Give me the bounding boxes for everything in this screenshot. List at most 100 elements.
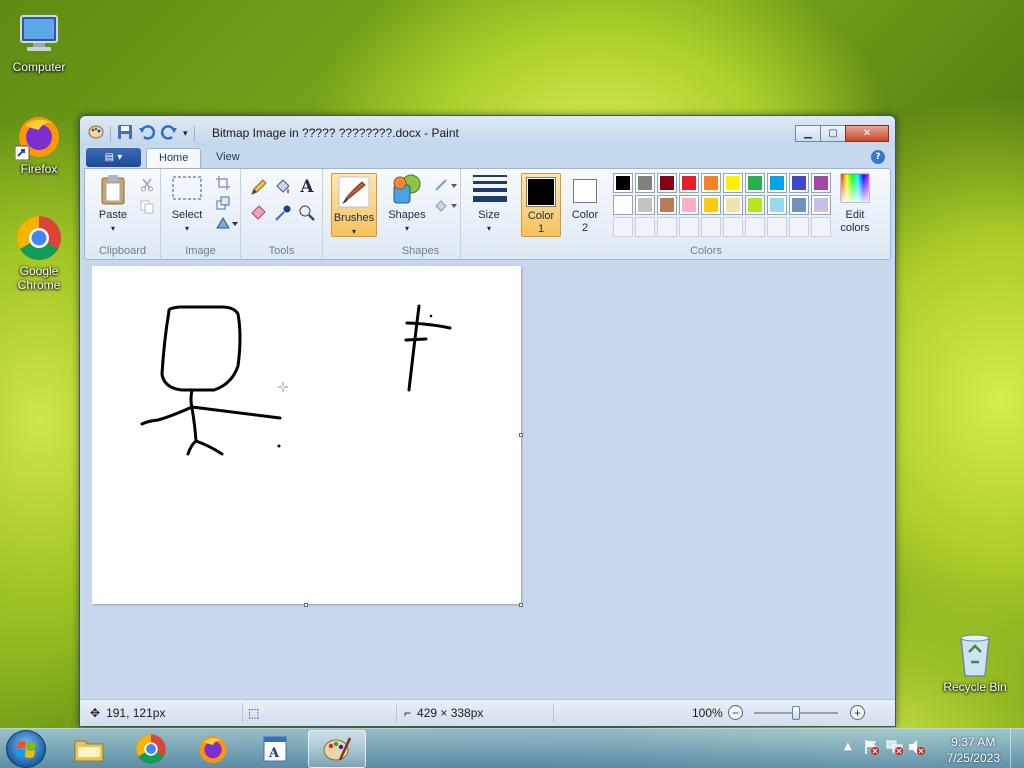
- paint-app-icon[interactable]: [88, 124, 104, 143]
- taskbar-paint[interactable]: [308, 730, 366, 768]
- resize-icon[interactable]: [213, 193, 233, 213]
- brushes-button[interactable]: Brushes ▾: [331, 173, 377, 237]
- taskbar-explorer[interactable]: [60, 730, 118, 768]
- rotate-icon[interactable]: [213, 213, 241, 233]
- minimize-button[interactable]: ▁: [795, 125, 821, 142]
- action-center-icon[interactable]: [864, 739, 880, 758]
- magnifier-icon[interactable]: [297, 203, 317, 223]
- custom-color-slot[interactable]: [613, 217, 633, 237]
- palette-swatch[interactable]: [745, 173, 765, 193]
- custom-color-slot[interactable]: [745, 217, 765, 237]
- palette-swatch[interactable]: [679, 173, 699, 193]
- zoom-out-button[interactable]: −: [728, 705, 743, 720]
- outline-icon[interactable]: [433, 175, 459, 195]
- palette-swatch[interactable]: [723, 173, 743, 193]
- redo-icon[interactable]: [160, 124, 177, 143]
- fill-icon[interactable]: [273, 177, 293, 197]
- palette-swatch[interactable]: [811, 195, 831, 215]
- chrome-icon: [15, 214, 63, 262]
- paint-menu-button[interactable]: ▤ ▾: [86, 148, 141, 167]
- clock-date: 7/25/2023: [946, 751, 1000, 765]
- custom-color-slot[interactable]: [657, 217, 677, 237]
- custom-color-slot[interactable]: [679, 217, 699, 237]
- show-hidden-icons-icon[interactable]: ▲: [844, 741, 852, 752]
- fill-shape-icon[interactable]: [433, 195, 459, 215]
- palette-swatch[interactable]: [811, 173, 831, 193]
- edit-colors-icon: [839, 173, 871, 205]
- custom-color-slot[interactable]: [767, 217, 787, 237]
- maximize-button[interactable]: ▢: [820, 125, 846, 142]
- color1-label: Color 1: [527, 210, 555, 235]
- custom-color-slot[interactable]: [789, 217, 809, 237]
- save-icon[interactable]: [117, 124, 133, 143]
- palette-swatch[interactable]: [789, 195, 809, 215]
- palette-swatch[interactable]: [745, 195, 765, 215]
- color2-button[interactable]: Color 2: [565, 173, 605, 235]
- palette-swatch[interactable]: [657, 195, 677, 215]
- crop-icon[interactable]: [213, 173, 233, 193]
- palette-swatch[interactable]: [723, 195, 743, 215]
- palette-swatch[interactable]: [679, 195, 699, 215]
- palette-swatch[interactable]: [767, 195, 787, 215]
- custom-color-slot[interactable]: [635, 217, 655, 237]
- zoom-slider[interactable]: [754, 706, 838, 720]
- palette-swatch[interactable]: [613, 195, 633, 215]
- eraser-icon[interactable]: [249, 203, 269, 223]
- palette-swatch[interactable]: [701, 173, 721, 193]
- window-controls: ▁ ▢ ✕: [795, 125, 889, 142]
- canvas-workspace: [84, 262, 891, 695]
- select-button[interactable]: Select ▾: [165, 173, 209, 235]
- close-button[interactable]: ✕: [845, 125, 889, 142]
- clock[interactable]: 9:37 AM 7/25/2023: [947, 734, 1000, 766]
- size-button[interactable]: Size ▾: [467, 173, 511, 235]
- tab-home[interactable]: Home: [146, 148, 202, 169]
- resize-handle-corner[interactable]: [519, 603, 523, 607]
- palette-swatch[interactable]: [657, 173, 677, 193]
- taskbar-firefox[interactable]: [184, 730, 242, 768]
- palette-swatch[interactable]: [789, 173, 809, 193]
- undo-icon[interactable]: [139, 124, 156, 143]
- zoom-slider-thumb[interactable]: [792, 706, 800, 720]
- taskbar-wordpad[interactable]: A: [246, 730, 304, 768]
- desktop-icon-recycle-bin[interactable]: Recycle Bin: [937, 630, 1013, 694]
- shapes-button[interactable]: Shapes ▾: [385, 173, 429, 235]
- custom-color-slot[interactable]: [701, 217, 721, 237]
- copy-icon[interactable]: [137, 197, 157, 217]
- help-icon[interactable]: ?: [871, 150, 885, 164]
- text-icon[interactable]: A: [297, 177, 317, 197]
- palette-swatch[interactable]: [701, 195, 721, 215]
- network-icon[interactable]: [886, 739, 904, 758]
- selection-size-icon: ⬚: [248, 706, 260, 720]
- palette-swatch[interactable]: [767, 173, 787, 193]
- taskbar-chrome[interactable]: [122, 730, 180, 768]
- volume-icon[interactable]: [908, 739, 926, 758]
- paste-button[interactable]: Paste ▾: [91, 173, 135, 235]
- pencil-icon[interactable]: [249, 177, 269, 197]
- desktop-icon-computer[interactable]: Computer: [1, 10, 77, 74]
- drawing-canvas[interactable]: [92, 266, 523, 607]
- group-clipboard: Paste ▾ Clipboard: [85, 169, 161, 259]
- show-desktop-button[interactable]: [1010, 729, 1024, 768]
- paste-label: Paste: [98, 209, 128, 221]
- desktop-icon-chrome[interactable]: Google Chrome: [1, 214, 77, 292]
- swatch-color: [682, 198, 696, 212]
- palette-swatch[interactable]: [613, 173, 633, 193]
- palette-swatch[interactable]: [635, 173, 655, 193]
- select-label: Select: [171, 209, 203, 221]
- resize-handle-bottom[interactable]: [304, 603, 308, 607]
- swatch-color: [726, 176, 740, 190]
- customize-toolbar-icon[interactable]: ▾: [183, 129, 188, 139]
- tab-view[interactable]: View: [204, 148, 252, 169]
- custom-color-slot[interactable]: [811, 217, 831, 237]
- zoom-in-button[interactable]: +: [850, 705, 865, 720]
- color1-button[interactable]: Color 1: [521, 173, 561, 237]
- custom-color-slot[interactable]: [723, 217, 743, 237]
- palette-swatch[interactable]: [635, 195, 655, 215]
- cut-icon[interactable]: [137, 175, 157, 195]
- color-picker-icon[interactable]: [273, 203, 293, 223]
- resize-handle-right[interactable]: [519, 433, 523, 437]
- edit-colors-button[interactable]: Edit colors: [833, 173, 877, 235]
- start-button[interactable]: [6, 730, 46, 768]
- title-bar[interactable]: ▾ Bitmap Image in ????? ????????.docx - …: [80, 116, 895, 146]
- desktop-icon-firefox[interactable]: Firefox: [1, 112, 77, 176]
